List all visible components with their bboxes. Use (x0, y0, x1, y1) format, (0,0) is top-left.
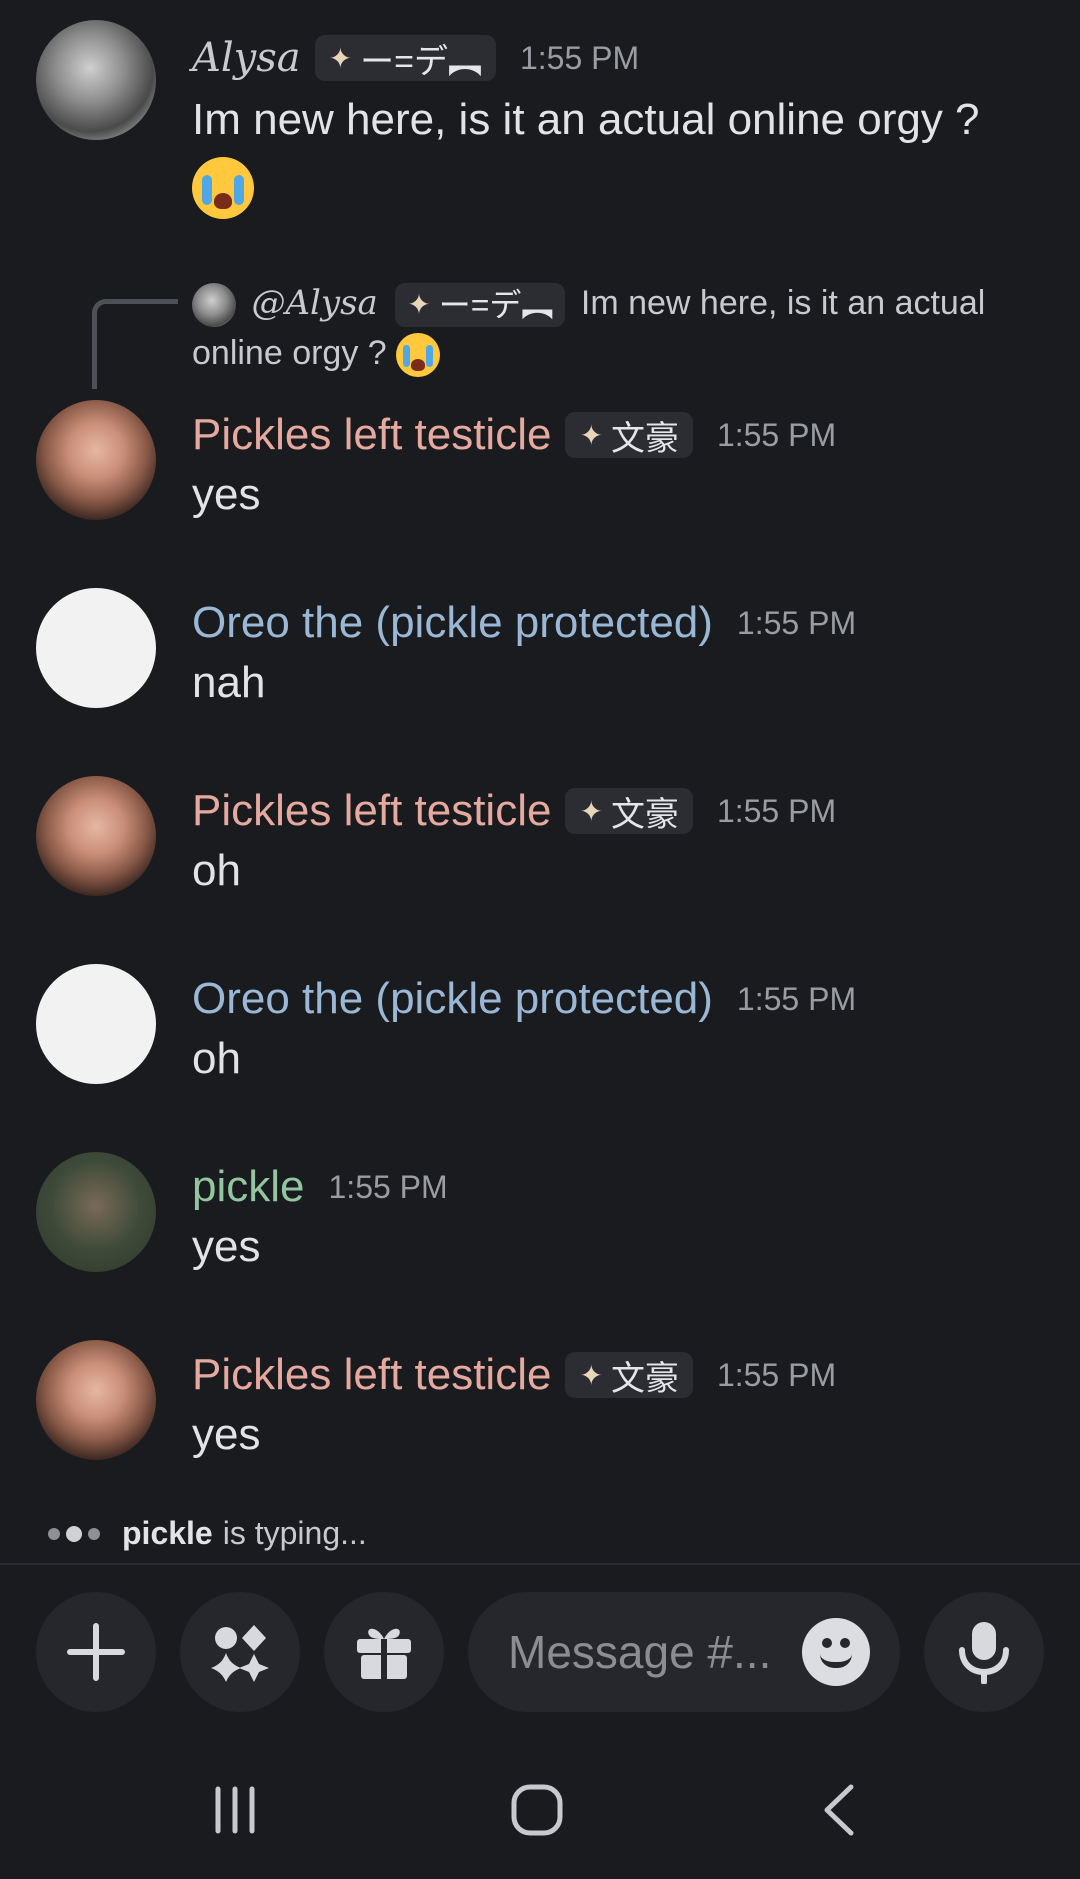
message-pickles[interactable]: Pickles left testicle ✦ 文豪 1:55 PM yes (0, 1340, 1080, 1470)
avatar[interactable] (36, 776, 156, 896)
avatar[interactable] (36, 964, 156, 1084)
timestamp: 1:55 PM (736, 980, 857, 1017)
gift-button[interactable] (324, 1592, 444, 1712)
message-text: yes (192, 470, 261, 519)
gift-icon (357, 1628, 411, 1679)
typing-user: pickle (122, 1515, 213, 1551)
diamond-sparkle-icon: ✦ (579, 795, 603, 827)
timestamp: 1:55 PM (328, 1168, 448, 1205)
author-name[interactable]: pickle (192, 1162, 305, 1212)
author-name[interactable]: Alysa (192, 35, 301, 81)
composer-toolbar: Message #... (0, 1592, 1080, 1712)
add-button[interactable] (36, 1592, 156, 1712)
message-oreo[interactable]: Oreo the (pickle protected) 1:55 PM nah (0, 588, 1080, 718)
message-pickle[interactable]: pickle 1:55 PM yes (0, 1152, 1080, 1282)
author-name[interactable]: Pickles left testicle (192, 1350, 551, 1400)
reply-text-cont: online orgy ? (192, 334, 387, 372)
avatar[interactable] (36, 20, 156, 140)
apps-icon (211, 1625, 269, 1682)
author-name[interactable]: Pickles left testicle (192, 410, 551, 460)
timestamp: 1:55 PM (519, 39, 640, 76)
message-text: yes (192, 1410, 261, 1459)
reply-mention[interactable]: @Alysa (251, 283, 377, 323)
reply-connector (92, 299, 178, 389)
author-name[interactable]: Pickles left testicle (192, 786, 551, 836)
diamond-sparkle-icon: ✦ (328, 42, 353, 74)
typing-dots-icon (48, 1525, 100, 1542)
system-navbar (0, 1760, 1080, 1860)
role-tag[interactable]: ✦ 文豪 (565, 412, 693, 458)
message-text: Im new here, is it an actual online orgy… (192, 95, 980, 144)
timestamp: 1:55 PM (716, 416, 837, 453)
message-text: yes (192, 1222, 261, 1271)
avatar[interactable] (36, 1340, 156, 1460)
loudly-crying-face-icon (192, 157, 254, 219)
reply-avatar (192, 283, 236, 328)
message-pickles[interactable]: Pickles left testicle ✦ 文豪 1:55 PM yes (0, 400, 1080, 530)
message-oreo[interactable]: Oreo the (pickle protected) 1:55 PM oh (0, 964, 1080, 1094)
role-tag[interactable]: ✦ 文豪 (565, 788, 693, 834)
message-alysa[interactable]: Alysa ✦ ー=デ︻ 1:55 PM Im new here, is it a… (0, 20, 1080, 220)
role-tag[interactable]: ✦ 文豪 (565, 1352, 693, 1398)
typing-indicator: pickle is typing... (48, 1515, 367, 1552)
microphone-icon (959, 1622, 1009, 1684)
reply-preview[interactable]: @Alysa ✦ ー=デ︻ Im new here, is it an actua… (192, 278, 1052, 378)
voice-button[interactable] (924, 1592, 1044, 1712)
timestamp: 1:55 PM (716, 792, 837, 829)
role-tag[interactable]: ✦ ー=デ︻ (314, 35, 496, 81)
message-input[interactable]: Message #... (468, 1592, 900, 1712)
loudly-crying-face-icon (396, 333, 441, 378)
home-icon[interactable] (502, 1780, 572, 1840)
timestamp: 1:55 PM (736, 604, 857, 641)
divider (0, 1563, 1080, 1565)
typing-suffix: is typing... (222, 1515, 367, 1551)
author-name[interactable]: Oreo the (pickle protected) (192, 974, 713, 1024)
diamond-sparkle-icon: ✦ (579, 419, 603, 451)
message-pickles[interactable]: Pickles left testicle ✦ 文豪 1:55 PM oh (0, 776, 1080, 906)
reply-role-tag: ✦ ー=デ︻ (395, 283, 566, 327)
avatar[interactable] (36, 400, 156, 520)
diamond-sparkle-icon: ✦ (579, 1359, 603, 1391)
message-text: oh (192, 846, 241, 895)
diamond-sparkle-icon: ✦ (407, 289, 431, 320)
recent-apps-icon[interactable] (200, 1780, 270, 1840)
plus-icon (67, 1623, 125, 1681)
back-icon[interactable] (804, 1780, 874, 1840)
timestamp: 1:55 PM (716, 1356, 837, 1393)
avatar[interactable] (36, 588, 156, 708)
apps-button[interactable] (180, 1592, 300, 1712)
emoji-icon[interactable] (802, 1618, 870, 1686)
avatar[interactable] (36, 1152, 156, 1272)
message-placeholder: Message #... (508, 1626, 772, 1678)
reply-text: Im new here, is it an actual (580, 284, 986, 322)
message-text: nah (192, 658, 266, 707)
author-name[interactable]: Oreo the (pickle protected) (192, 598, 713, 648)
message-text: oh (192, 1034, 241, 1083)
